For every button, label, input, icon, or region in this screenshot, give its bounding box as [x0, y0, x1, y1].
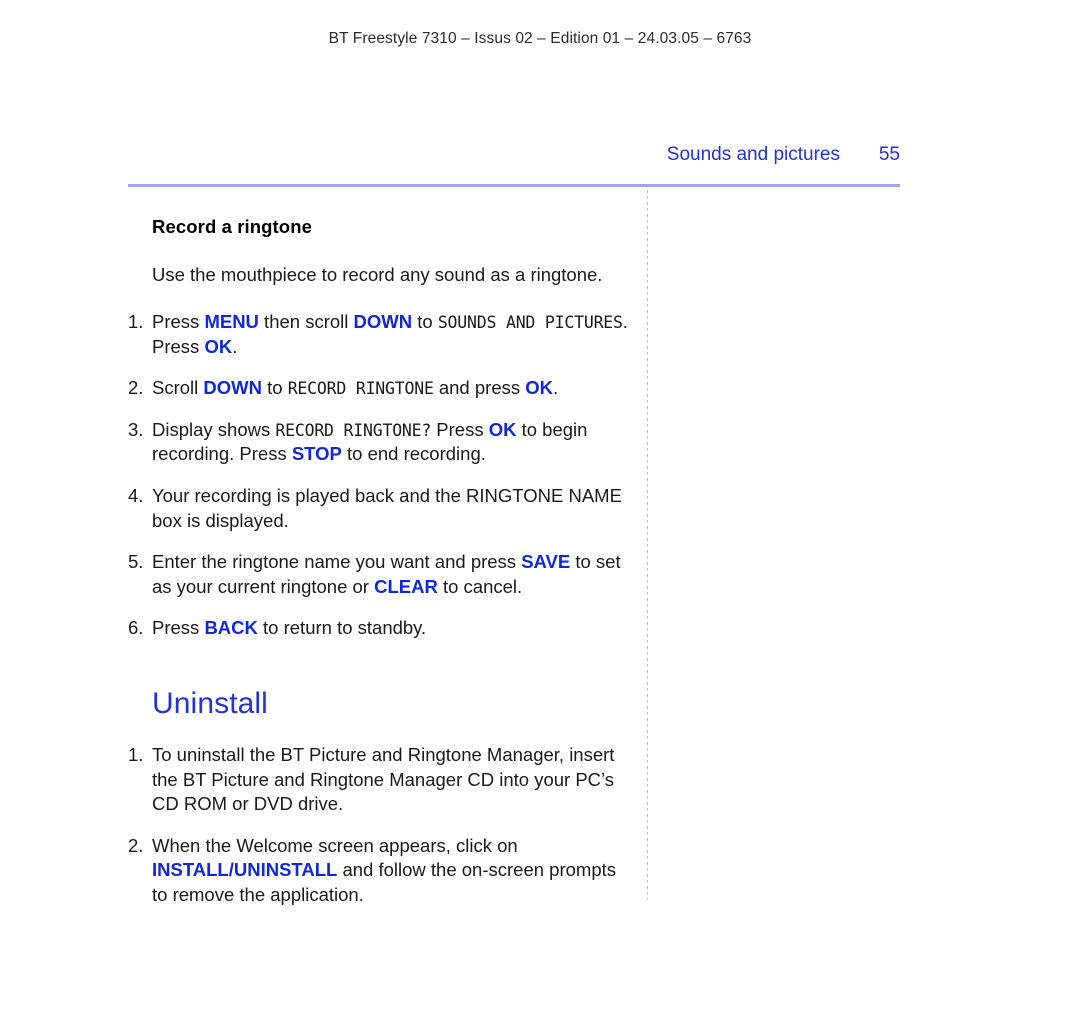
- key-label: SAVE: [521, 551, 571, 573]
- running-header: BT Freestyle 7310 – Issus 02 – Edition 0…: [328, 30, 752, 47]
- page-number: 55: [878, 144, 900, 165]
- page-header: Sounds and pictures 55: [128, 144, 900, 166]
- step-text: .: [553, 377, 559, 399]
- step-text: to end recording.: [341, 443, 486, 465]
- step-text: box is displayed.: [152, 509, 289, 531]
- step-text: Scroll: [152, 377, 204, 399]
- step-item: 1. Press MENU then scroll DOWN to SOUNDS …: [128, 310, 636, 359]
- main-content-column: Record a ringtone Use the mouthpiece to …: [128, 216, 636, 908]
- step-item: 1. To uninstall the BT Picture and Ringto…: [128, 743, 636, 817]
- step-item: 5. Enter the ringtone name you want and p…: [128, 550, 636, 599]
- step-number: 1.: [128, 311, 144, 332]
- key-label: STOP: [291, 443, 342, 465]
- step-text: .: [232, 335, 238, 357]
- uninstall-heading: Uninstall: [152, 686, 268, 720]
- step-number: 4.: [128, 484, 144, 506]
- step-text: Enter the ringtone name you want and pre…: [152, 551, 522, 573]
- key-label: CLEAR: [374, 575, 438, 597]
- step-text: Press: [431, 418, 489, 440]
- section-title: Sounds and pictures: [666, 144, 840, 165]
- step-text: Press: [152, 311, 205, 332]
- step-text: Display shows: [152, 418, 276, 440]
- step-text: to: [261, 377, 288, 399]
- step-number: 1.: [128, 743, 144, 765]
- record-ringtone-steps: 1. Press MENU then scroll DOWN to SOUNDS …: [128, 310, 636, 641]
- display-text: SOUNDS AND PICTURES: [437, 313, 623, 332]
- step-number: 2.: [128, 377, 144, 399]
- step-item: 4. Your recording is played back and the …: [128, 484, 636, 533]
- key-label: OK: [488, 418, 517, 440]
- uninstall-steps: 1. To uninstall the BT Picture and Ringto…: [128, 743, 636, 908]
- step-number: 6.: [128, 617, 144, 639]
- key-label: DOWN: [353, 311, 413, 332]
- step-item: 6. Press BACK to return to standby.: [128, 616, 636, 641]
- step-text: When the Welcome screen appears, click o…: [152, 834, 518, 856]
- screen-label: RINGTONE NAME: [466, 484, 622, 506]
- header-rule: [128, 184, 900, 187]
- step-text: and press: [433, 377, 526, 399]
- step-text: Press: [152, 617, 205, 639]
- step-text: Your recording is played back and the: [152, 484, 467, 506]
- key-label: DOWN: [203, 377, 262, 399]
- step-item: 2. When the Welcome screen appears, click…: [128, 834, 636, 908]
- step-number: 3.: [128, 418, 144, 440]
- step-text: to: [412, 311, 438, 332]
- key-label: OK: [525, 377, 553, 399]
- step-item: 3. Display shows RECORD RINGTONE? Press O…: [128, 418, 636, 467]
- step-number: 2.: [128, 834, 144, 856]
- display-text: RECORD RINGTONE?: [275, 420, 432, 440]
- step-number: 5.: [128, 551, 144, 573]
- display-text: RECORD RINGTONE: [287, 379, 434, 399]
- step-item: 2. Scroll DOWN to RECORD RINGTONE and pre…: [128, 376, 636, 401]
- key-label: MENU: [204, 311, 259, 332]
- key-label: OK: [204, 335, 233, 357]
- record-ringtone-heading: Record a ringtone: [152, 216, 312, 237]
- key-label: INSTALL/UNINSTALL: [152, 859, 338, 881]
- step-text: to cancel.: [437, 575, 523, 597]
- record-ringtone-intro: Use the mouthpiece to record any sound a…: [152, 264, 603, 285]
- key-label: BACK: [204, 617, 258, 639]
- column-divider: [647, 190, 648, 900]
- step-text: to return to standby.: [257, 617, 427, 639]
- step-text: then scroll: [258, 311, 354, 332]
- step-text: To uninstall the BT Picture and Ringtone…: [152, 743, 615, 815]
